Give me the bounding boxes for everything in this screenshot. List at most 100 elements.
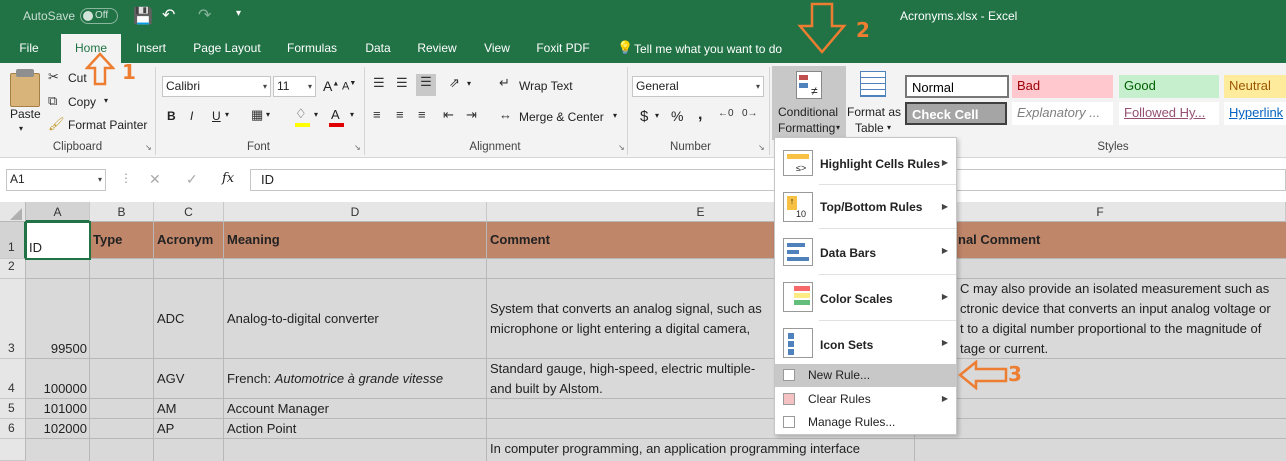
- orientation-dropdown-icon[interactable]: ▾: [467, 79, 471, 88]
- cell-f3-line1[interactable]: C may also provide an isolated measureme…: [957, 279, 1286, 299]
- borders-dropdown-icon[interactable]: ▾: [266, 110, 270, 119]
- tab-page-layout[interactable]: Page Layout: [188, 34, 266, 63]
- cell-c1[interactable]: Acronym: [154, 230, 224, 250]
- cell-d5[interactable]: Account Manager: [224, 399, 487, 419]
- style-hyperlink[interactable]: Hyperlink: [1224, 102, 1286, 125]
- copy-button[interactable]: Copy: [68, 95, 96, 109]
- cell-f3-line2[interactable]: ctronic device that converts an input an…: [957, 299, 1286, 319]
- enter-icon[interactable]: ✓: [186, 171, 198, 188]
- cell-e7[interactable]: In computer programming, an application …: [487, 439, 915, 459]
- currency-button[interactable]: $: [640, 108, 648, 125]
- fill-dropdown-icon[interactable]: ▾: [314, 110, 318, 119]
- format-painter-button[interactable]: Format Painter: [68, 118, 147, 132]
- style-neutral[interactable]: Neutral: [1224, 75, 1286, 98]
- row-header-3[interactable]: 3: [0, 279, 26, 359]
- cell-e1[interactable]: Comment: [487, 230, 774, 250]
- format-as-table-label-2[interactable]: Table: [855, 121, 884, 135]
- redo-icon[interactable]: ↷: [198, 5, 211, 25]
- tell-me-search[interactable]: Tell me what you want to do: [634, 42, 782, 56]
- decrease-decimal-icon[interactable]: 0→: [742, 108, 758, 119]
- font-color-dropdown-icon[interactable]: ▾: [350, 110, 354, 119]
- borders-icon[interactable]: ▦: [251, 107, 263, 123]
- row-header-2[interactable]: 2: [0, 259, 26, 279]
- col-header-b[interactable]: B: [90, 202, 154, 222]
- menu-item-highlight-cells-rules[interactable]: ≤> Highlight Cells Rules ▶: [775, 142, 956, 184]
- col-header-a[interactable]: A: [26, 202, 90, 222]
- font-name-combo[interactable]: Calibri ▾: [162, 76, 271, 97]
- cell-c6[interactable]: AP: [154, 419, 224, 439]
- bottom-align-icon[interactable]: ☰: [416, 74, 436, 96]
- row-header-5[interactable]: 5: [0, 399, 26, 419]
- col-header-c[interactable]: C: [154, 202, 224, 222]
- paste-dropdown-icon[interactable]: ▾: [19, 124, 23, 133]
- align-left-icon[interactable]: ≡: [373, 107, 381, 122]
- tab-review[interactable]: Review: [411, 34, 463, 63]
- dialog-launcher-icon[interactable]: ↘: [145, 143, 152, 152]
- customize-qat-icon[interactable]: ▾: [236, 8, 241, 19]
- font-color-icon[interactable]: A: [331, 107, 340, 122]
- undo-icon[interactable]: ↶: [162, 5, 175, 25]
- style-explanatory[interactable]: Explanatory ...: [1012, 102, 1113, 125]
- fill-color-icon[interactable]: ♢: [295, 106, 307, 122]
- cell-a5[interactable]: 101000: [26, 399, 90, 419]
- menu-item-manage-rules[interactable]: Manage Rules...: [775, 411, 956, 434]
- cut-button[interactable]: Cut: [68, 71, 87, 85]
- tab-data[interactable]: Data: [359, 34, 397, 63]
- merge-dropdown-icon[interactable]: ▾: [613, 111, 617, 120]
- style-followed-hyperlink[interactable]: Followed Hy...: [1119, 102, 1219, 125]
- comma-button[interactable]: ,: [698, 106, 702, 124]
- copy-dropdown-icon[interactable]: ▾: [104, 96, 108, 105]
- col-header-d[interactable]: D: [224, 202, 487, 222]
- row-header-7[interactable]: [0, 439, 26, 461]
- name-box[interactable]: A1 ▾: [6, 169, 106, 191]
- tab-view[interactable]: View: [477, 34, 517, 63]
- cell-e3-line1[interactable]: System that converts an analog signal, s…: [487, 299, 774, 319]
- menu-item-top-bottom-rules[interactable]: ↑ 10 Top/Bottom Rules ▶: [775, 186, 956, 228]
- increase-font-icon[interactable]: A▲: [323, 78, 339, 94]
- orientation-icon[interactable]: ⇗: [449, 75, 460, 91]
- formula-input[interactable]: ID: [250, 169, 1286, 191]
- cell-a3[interactable]: 99500: [26, 339, 90, 359]
- row-header-1[interactable]: 1: [0, 222, 26, 259]
- insert-function-icon[interactable]: fx: [222, 171, 234, 186]
- row-header-4[interactable]: 4: [0, 359, 26, 399]
- save-icon[interactable]: 💾: [133, 6, 153, 26]
- paste-icon[interactable]: [10, 73, 40, 107]
- cell-d3[interactable]: Analog-to-digital converter: [224, 309, 487, 329]
- underline-button[interactable]: U: [212, 109, 221, 123]
- cell-f3-line4[interactable]: tage or current.: [957, 339, 1286, 359]
- increase-decimal-icon[interactable]: ←0: [718, 108, 734, 119]
- tab-file[interactable]: File: [10, 34, 48, 63]
- align-right-icon[interactable]: ≡: [418, 107, 426, 122]
- style-check-cell[interactable]: Check Cell: [905, 102, 1007, 125]
- format-table-dropdown-icon[interactable]: ▾: [887, 123, 891, 132]
- tab-formulas[interactable]: Formulas: [281, 34, 343, 63]
- currency-dropdown-icon[interactable]: ▾: [655, 111, 659, 120]
- style-bad[interactable]: Bad: [1012, 75, 1113, 98]
- cell-b1[interactable]: Type: [90, 230, 154, 250]
- paste-button[interactable]: Paste: [10, 107, 41, 121]
- dialog-launcher-icon[interactable]: ↘: [618, 143, 625, 152]
- wrap-text-button[interactable]: Wrap Text: [519, 79, 573, 93]
- menu-item-clear-rules[interactable]: Clear Rules ▶: [775, 388, 956, 411]
- dialog-launcher-icon[interactable]: ↘: [354, 143, 361, 152]
- menu-item-icon-sets[interactable]: Icon Sets ▶: [775, 322, 956, 366]
- format-as-table-label-1[interactable]: Format as: [847, 105, 901, 119]
- italic-button[interactable]: I: [190, 109, 193, 123]
- decrease-font-icon[interactable]: A▼: [342, 80, 356, 93]
- increase-indent-icon[interactable]: ⇥: [466, 107, 477, 123]
- cell-c4[interactable]: AGV: [154, 369, 224, 389]
- middle-align-icon[interactable]: ☰: [396, 75, 408, 91]
- cell-d4[interactable]: French: Automotrice à grande vitesse: [224, 369, 487, 389]
- percent-button[interactable]: %: [671, 108, 683, 124]
- cell-d6[interactable]: Action Point: [224, 419, 487, 439]
- cell-a4[interactable]: 100000: [26, 379, 90, 399]
- tab-insert[interactable]: Insert: [129, 34, 173, 63]
- menu-item-new-rule[interactable]: New Rule...: [775, 364, 956, 387]
- cell-d1[interactable]: Meaning: [224, 230, 487, 250]
- cell-a6[interactable]: 102000: [26, 419, 90, 439]
- cell-f3-line3[interactable]: t to a digital number proportional to th…: [957, 319, 1286, 339]
- tab-foxit-pdf[interactable]: Foxit PDF: [531, 34, 595, 63]
- number-format-combo[interactable]: General ▾: [632, 76, 764, 97]
- cell-f1[interactable]: nal Comment: [955, 230, 1286, 250]
